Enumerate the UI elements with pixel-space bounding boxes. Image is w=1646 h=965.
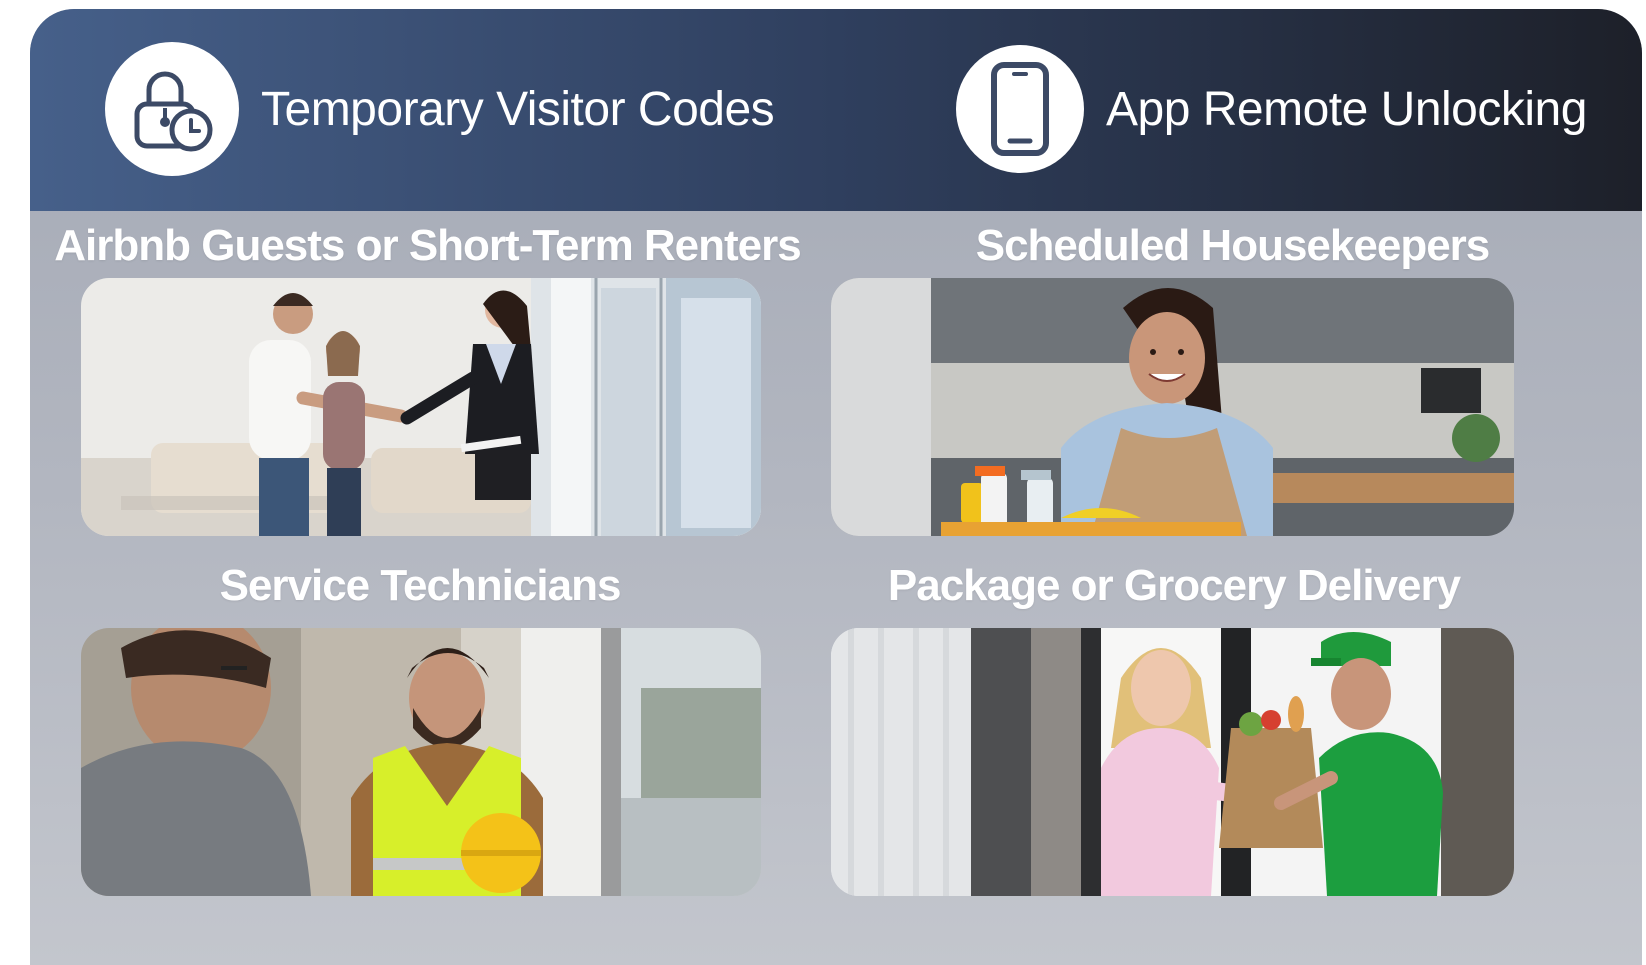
section-title-housekeepers: Scheduled Housekeepers xyxy=(975,221,1491,270)
feature-label: Temporary Visitor Codes xyxy=(261,82,775,136)
technician-photo xyxy=(81,628,761,896)
smartphone-icon xyxy=(956,45,1084,173)
feature-card: Temporary Visitor Codes App Remote Unloc… xyxy=(30,9,1642,965)
feature-temporary-visitor-codes: Temporary Visitor Codes xyxy=(105,39,775,179)
section-title-technicians: Service Technicians xyxy=(219,561,622,610)
grocery-delivery-photo xyxy=(831,628,1514,896)
lock-clock-icon xyxy=(105,42,239,176)
section-title-delivery: Package or Grocery Delivery xyxy=(887,561,1461,610)
host-greeting-couple-photo xyxy=(81,278,761,536)
housekeeper-photo xyxy=(831,278,1514,536)
feature-app-remote-unlocking: App Remote Unlocking xyxy=(956,39,1587,179)
feature-header: Temporary Visitor Codes App Remote Unloc… xyxy=(30,9,1642,211)
feature-label: App Remote Unlocking xyxy=(1106,82,1587,136)
section-title-airbnb: Airbnb Guests or Short-Term Renters xyxy=(54,221,802,270)
